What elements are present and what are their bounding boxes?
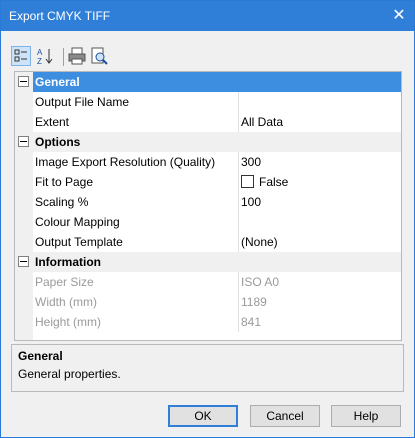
property-name: Extent: [35, 115, 70, 129]
property-value[interactable]: All Data: [241, 115, 283, 129]
toolbar-separator: [63, 48, 64, 66]
property-value[interactable]: 300: [241, 155, 261, 169]
ok-button[interactable]: OK: [168, 405, 238, 427]
help-button[interactable]: Help: [331, 405, 401, 427]
row-margin: [15, 152, 33, 172]
property-value: 841: [241, 315, 262, 329]
category-label: Information: [35, 255, 101, 269]
category-bar: [33, 72, 401, 92]
column-divider: [238, 232, 239, 252]
fit-to-page-checkbox[interactable]: [241, 175, 254, 188]
property-row: Paper Size ISO A0: [15, 272, 401, 292]
category-label: General: [35, 75, 80, 89]
property-name: Colour Mapping: [35, 215, 120, 229]
row-margin: [15, 332, 33, 340]
column-divider: [238, 272, 239, 292]
column-divider: [238, 152, 239, 172]
row-margin: [15, 132, 33, 152]
property-grid[interactable]: General Output File Name Extent All Data…: [14, 71, 402, 341]
property-name: Scaling %: [35, 195, 89, 209]
print-preview-icon[interactable]: [89, 46, 109, 66]
checkbox-label: False: [259, 175, 289, 189]
category-general[interactable]: General: [15, 72, 401, 92]
property-row[interactable]: Output Template (None): [15, 232, 401, 252]
row-margin: [15, 172, 33, 192]
column-divider: [238, 92, 239, 112]
svg-text:Z: Z: [37, 57, 42, 66]
category-information[interactable]: Information: [15, 252, 401, 272]
property-row[interactable]: Scaling % 100: [15, 192, 401, 212]
property-value: ISO A0: [241, 275, 280, 289]
row-margin: [15, 192, 33, 212]
property-row[interactable]: Fit to Page False: [15, 172, 401, 192]
row-margin: [15, 232, 33, 252]
column-divider: [238, 312, 239, 332]
row-margin: [15, 312, 33, 332]
column-divider: [238, 192, 239, 212]
column-divider: [238, 212, 239, 232]
property-row[interactable]: Extent All Data: [15, 112, 401, 132]
description-title: General: [18, 349, 63, 363]
property-name: Fit to Page: [35, 175, 94, 189]
row-margin: [15, 292, 33, 312]
property-row[interactable]: Image Export Resolution (Quality) 300: [15, 152, 401, 172]
collapse-icon[interactable]: [18, 256, 29, 267]
row-margin: [15, 72, 33, 92]
property-value[interactable]: 100: [241, 195, 261, 209]
print-icon[interactable]: [67, 46, 87, 66]
property-value: 1189: [241, 295, 267, 309]
column-divider: [238, 292, 239, 312]
svg-text:A: A: [37, 48, 43, 57]
property-name: Height (mm): [35, 315, 102, 329]
description-text: General properties.: [18, 367, 121, 381]
property-name: Paper Size: [35, 275, 94, 289]
property-value[interactable]: False: [241, 175, 288, 189]
collapse-icon[interactable]: [18, 136, 29, 147]
category-label: Options: [35, 135, 81, 149]
row-margin: [15, 92, 33, 112]
property-row[interactable]: Output File Name: [15, 92, 401, 112]
dialog-window: Export CMYK TIFF ✕ A Z General Output Fi…: [0, 0, 415, 438]
property-name: Width (mm): [35, 295, 97, 309]
property-name: Output Template: [35, 235, 123, 249]
categorized-icon[interactable]: [11, 46, 31, 66]
collapse-icon[interactable]: [18, 76, 29, 87]
property-row: Height (mm) 841: [15, 312, 401, 332]
property-row[interactable]: Colour Mapping: [15, 212, 401, 232]
row-margin: [15, 272, 33, 292]
property-name: Output File Name: [35, 95, 130, 109]
cancel-button[interactable]: Cancel: [250, 405, 320, 427]
row-margin: [15, 252, 33, 272]
description-panel: General General properties.: [11, 344, 404, 392]
close-icon[interactable]: ✕: [388, 5, 410, 27]
row-margin: [15, 112, 33, 132]
category-options[interactable]: Options: [15, 132, 401, 152]
row-margin: [15, 212, 33, 232]
column-divider: [238, 112, 239, 132]
property-value[interactable]: (None): [241, 235, 278, 249]
category-bar: [33, 132, 401, 152]
title-bar[interactable]: Export CMYK TIFF ✕: [1, 1, 414, 31]
property-name: Image Export Resolution (Quality): [35, 155, 216, 169]
column-divider: [238, 172, 239, 192]
window-title: Export CMYK TIFF: [9, 9, 111, 23]
property-row: Width (mm) 1189: [15, 292, 401, 312]
sort-az-icon[interactable]: A Z: [35, 46, 55, 66]
